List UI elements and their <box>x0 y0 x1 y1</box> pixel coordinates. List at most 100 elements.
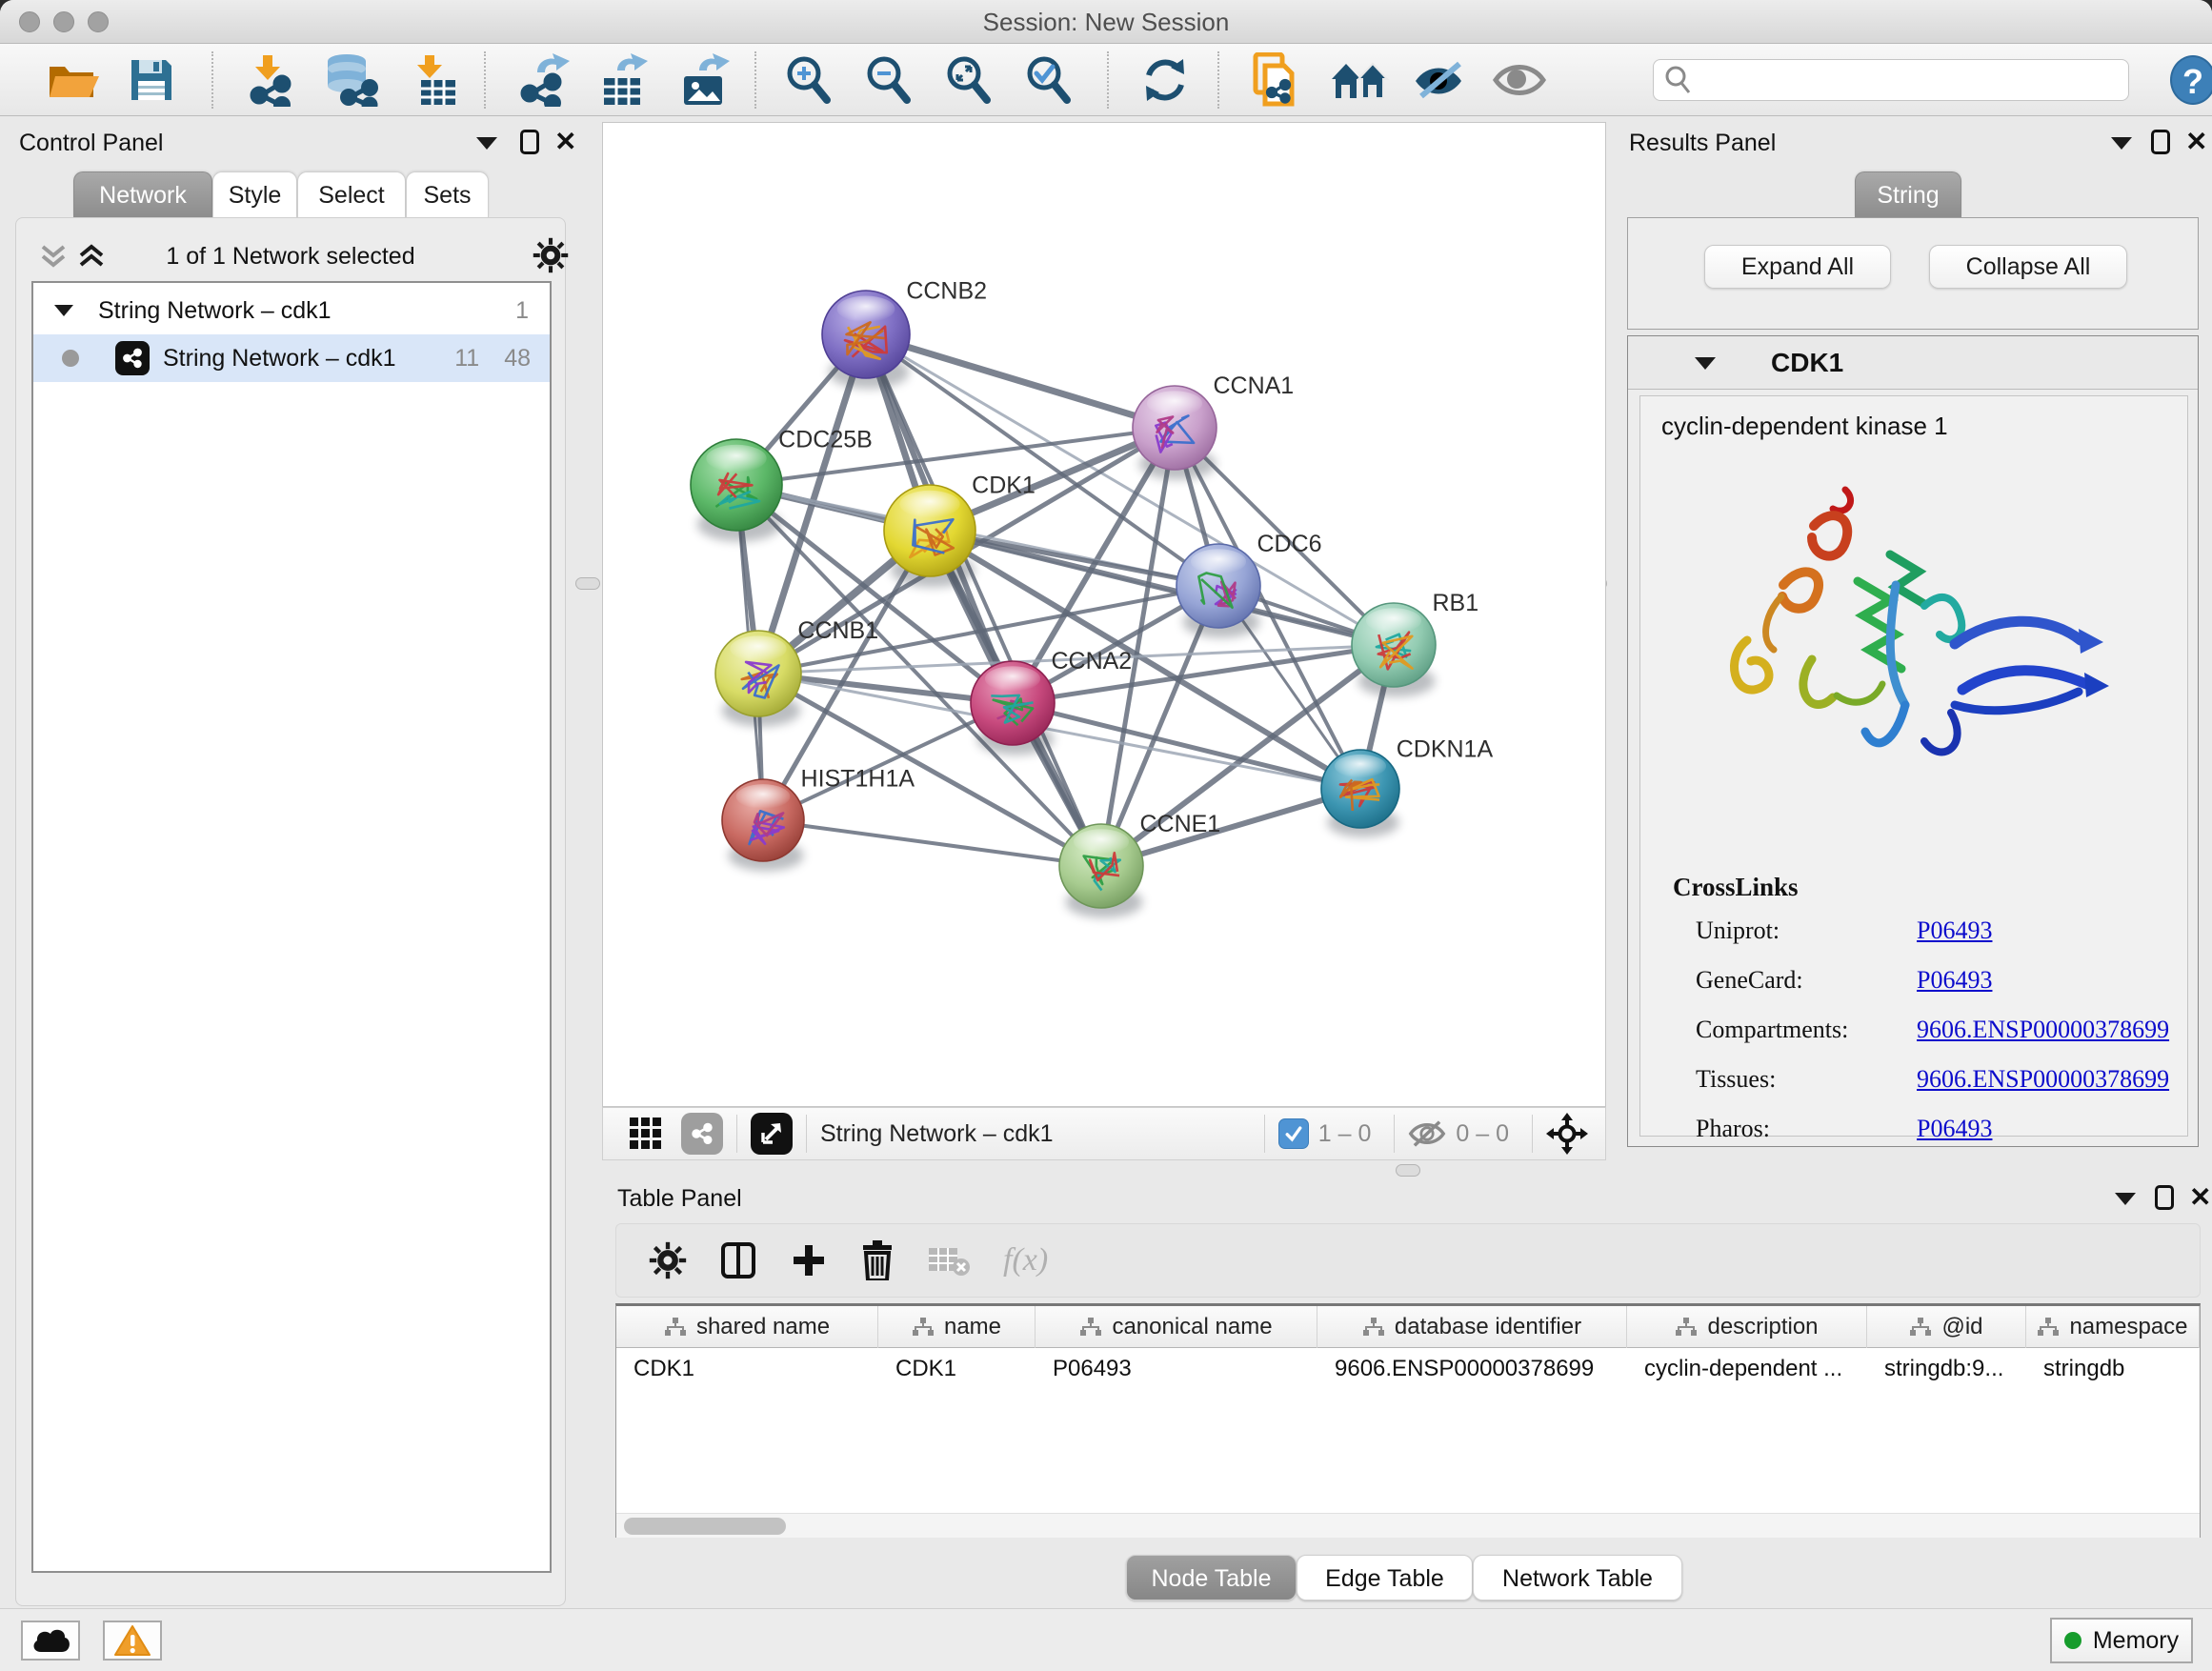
crosslink-link[interactable]: P06493 <box>1917 916 1992 945</box>
network-node-rb1[interactable]: RB1 <box>1352 590 1478 697</box>
node-label: RB1 <box>1432 590 1478 616</box>
column-header--id[interactable]: @id <box>1867 1306 2026 1348</box>
table-panel-menu-icon[interactable] <box>2115 1193 2136 1205</box>
table-cell[interactable]: P06493 <box>1036 1348 1317 1390</box>
zoom-selected-button[interactable] <box>1023 53 1073 107</box>
open-file-button[interactable] <box>46 53 99 107</box>
export-image-button[interactable] <box>676 53 732 107</box>
scrollbar-thumb[interactable] <box>624 1518 786 1535</box>
network-node-ccnb1[interactable]: CCNB1 <box>715 617 878 727</box>
table-cell[interactable]: cyclin-dependent ... <box>1627 1348 1867 1390</box>
hide-panel-button[interactable] <box>1412 53 1469 107</box>
show-panel-button[interactable] <box>1492 53 1547 107</box>
detach-view-button[interactable] <box>751 1113 793 1155</box>
collapse-all-button[interactable]: Collapse All <box>1929 245 2127 289</box>
results-panel-title: Results Panel <box>1629 130 1776 157</box>
network-graph[interactable]: CCNB2CCNA1CDC25BCDK1CDC6RB1CCNB1CCNA2CDK… <box>603 123 1605 1106</box>
network-node-ccnb2[interactable]: CCNB2 <box>822 277 987 389</box>
table-cell[interactable]: stringdb <box>2026 1348 2200 1390</box>
selected-items-checkbox[interactable] <box>1278 1118 1309 1149</box>
table-panel-close-icon[interactable]: ✕ <box>2189 1185 2211 1210</box>
delete-table-button-disabled <box>927 1242 971 1278</box>
tree-expand-icon[interactable] <box>54 305 73 316</box>
table-cell[interactable]: 9606.ENSP00000378699 <box>1317 1348 1627 1390</box>
column-tree-icon <box>1079 1317 1102 1338</box>
tab-style[interactable]: Style <box>212 171 297 217</box>
crosslink-link[interactable]: 9606.ENSP00000378699 <box>1917 1065 2169 1094</box>
search-input[interactable] <box>1692 63 2128 97</box>
tab-select[interactable]: Select <box>297 171 406 217</box>
network-edge[interactable] <box>866 334 1175 428</box>
table-settings-button[interactable] <box>649 1241 687 1279</box>
column-header-name[interactable]: name <box>878 1306 1036 1348</box>
import-network-button[interactable] <box>240 53 295 107</box>
network-edge[interactable] <box>763 820 1101 866</box>
grid-view-icon[interactable] <box>628 1116 664 1152</box>
tab-network[interactable]: Network <box>73 171 212 217</box>
memory-button[interactable]: Memory <box>2050 1618 2193 1663</box>
hidden-items-eye-icon[interactable] <box>1408 1118 1446 1149</box>
add-column-button[interactable] <box>790 1241 828 1279</box>
tab-node-table[interactable]: Node Table <box>1126 1555 1297 1601</box>
network-canvas[interactable]: CCNB2CCNA1CDC25BCDK1CDC6RB1CCNB1CCNA2CDK… <box>602 122 1606 1107</box>
column-header-shared-name[interactable]: shared name <box>616 1306 878 1348</box>
tab-edge-table[interactable]: Edge Table <box>1297 1555 1473 1601</box>
expand-all-button[interactable]: Expand All <box>1704 245 1891 289</box>
network-view-share-button[interactable] <box>681 1113 723 1155</box>
save-session-button[interactable] <box>128 53 175 107</box>
gear-icon[interactable] <box>533 237 569 273</box>
tab-sets[interactable]: Sets <box>406 171 489 217</box>
vertical-splitter-handle-left[interactable] <box>575 577 600 590</box>
show-all-views-button[interactable] <box>1330 53 1391 107</box>
table-cell[interactable]: CDK1 <box>878 1348 1036 1390</box>
refresh-button[interactable] <box>1139 53 1191 107</box>
control-panel-float-icon[interactable] <box>520 130 539 154</box>
column-header-database-identifier[interactable]: database identifier <box>1317 1306 1627 1348</box>
column-header-canonical-name[interactable]: canonical name <box>1036 1306 1317 1348</box>
zoom-out-button[interactable] <box>863 53 913 107</box>
section-collapse-icon[interactable] <box>1695 357 1716 370</box>
delete-column-button[interactable] <box>860 1240 895 1280</box>
export-network-icon <box>514 53 570 107</box>
network-node-cdc25b[interactable]: CDC25B <box>691 427 873 542</box>
export-network-button[interactable] <box>514 53 570 107</box>
network-node-ccna1[interactable]: CCNA1 <box>1133 372 1294 480</box>
cloud-status-button[interactable] <box>21 1621 80 1661</box>
crosslink-row: Uniprot:P06493 <box>1696 916 2172 945</box>
copy-to-clipboard-button[interactable] <box>1250 53 1301 107</box>
node-label: CDC25B <box>778 427 873 453</box>
control-panel-menu-icon[interactable] <box>476 137 497 150</box>
import-table-button[interactable] <box>408 53 459 107</box>
network-node-cdk1[interactable]: CDK1 <box>884 473 1036 588</box>
table-panel-float-icon[interactable] <box>2155 1185 2174 1210</box>
zoom-in-button[interactable] <box>783 53 833 107</box>
tab-string[interactable]: String <box>1855 171 1961 217</box>
crosslink-link[interactable]: P06493 <box>1917 966 1992 995</box>
column-header-namespace[interactable]: namespace <box>2026 1306 2200 1348</box>
export-table-button[interactable] <box>594 53 650 107</box>
crosslink-link[interactable]: P06493 <box>1917 1115 1992 1143</box>
table-cell[interactable]: CDK1 <box>616 1348 878 1390</box>
results-panel-float-icon[interactable] <box>2151 130 2170 154</box>
table-horizontal-scrollbar[interactable] <box>616 1513 2200 1538</box>
results-panel-menu-icon[interactable] <box>2111 137 2132 150</box>
results-panel-close-icon[interactable]: ✕ <box>2185 130 2207 154</box>
network-row-selected[interactable]: String Network – cdk1 11 48 <box>33 334 550 382</box>
cdk1-section-header[interactable]: CDK1 <box>1628 336 2198 390</box>
warnings-button[interactable] <box>103 1621 162 1661</box>
tab-network-table[interactable]: Network Table <box>1473 1555 1682 1601</box>
table-cell[interactable]: stringdb:9... <box>1867 1348 2026 1390</box>
crosslink-link[interactable]: 9606.ENSP00000378699 <box>1917 1016 2169 1044</box>
toolbar-separator <box>484 51 486 109</box>
zoom-fit-button[interactable] <box>943 53 993 107</box>
network-collection-row[interactable]: String Network – cdk1 1 <box>33 287 550 334</box>
network-node-hist1h1a[interactable]: HIST1H1A <box>722 766 915 872</box>
help-button[interactable]: ? <box>2170 55 2212 105</box>
horizontal-splitter-handle[interactable] <box>1396 1164 1420 1177</box>
network-node-cdkn1a[interactable]: CDKN1A <box>1321 735 1493 836</box>
show-columns-button[interactable] <box>719 1240 757 1280</box>
column-header-description[interactable]: description <box>1627 1306 1867 1348</box>
import-network-from-database-button[interactable] <box>322 53 381 107</box>
control-panel-close-icon[interactable]: ✕ <box>554 130 576 154</box>
pan-crosshair-icon[interactable] <box>1546 1113 1588 1155</box>
